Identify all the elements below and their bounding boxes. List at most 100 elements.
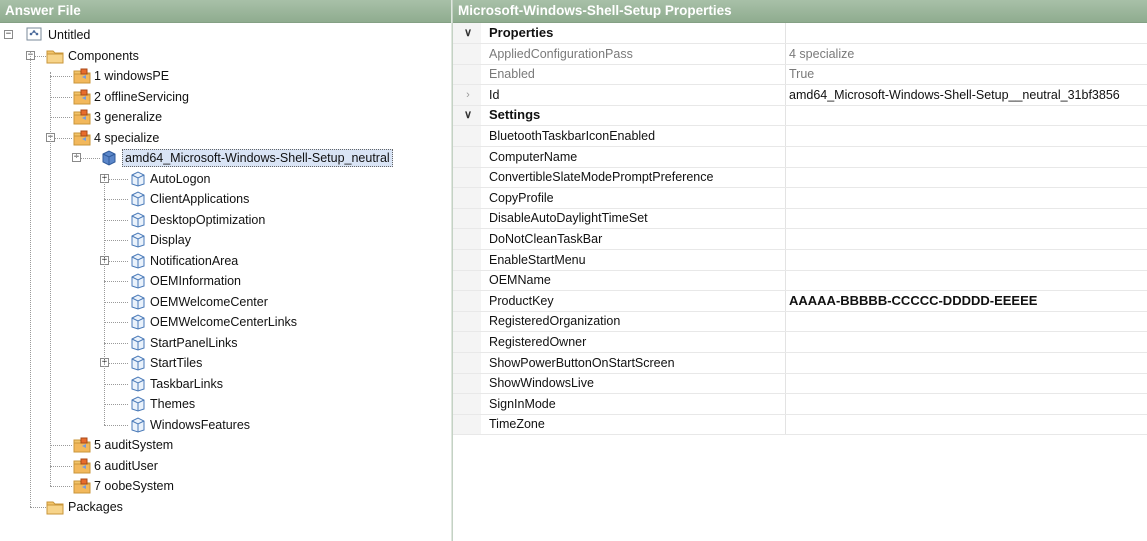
property-row-registeredowner[interactable]: RegisteredOwner (453, 332, 1147, 353)
property-row-signinmode[interactable]: SignInMode (453, 394, 1147, 415)
tree-node-setting-oemwelcomecenterlinks[interactable]: OEMWelcomeCenterLinks (0, 312, 451, 332)
property-row-timezone[interactable]: TimeZone (453, 414, 1147, 436)
property-row-copyprofile[interactable]: CopyProfile (453, 188, 1147, 209)
configuration-pass-icon (72, 478, 91, 494)
tree-node-components[interactable]: − Components (0, 46, 451, 66)
tree-node-label: Components (68, 48, 139, 63)
property-value[interactable]: amd64_Microsoft-Windows-Shell-Setup__neu… (789, 85, 1147, 105)
tree-node-root-untitled[interactable]: − Untitled (0, 25, 451, 45)
tree-node-label: NotificationArea (150, 253, 239, 268)
tree-node-setting-notificationarea[interactable]: + NotificationArea (0, 251, 451, 271)
tree-node-label: WindowsFeatures (150, 417, 251, 432)
tree-node-packages[interactable]: Packages (0, 497, 451, 517)
property-name: RegisteredOwner (489, 335, 587, 349)
tree-node-pass-3[interactable]: 3 generalize (0, 107, 451, 127)
property-name: DisableAutoDaylightTimeSet (489, 211, 648, 226)
tree-node-setting-starttiles[interactable]: + StartTiles (0, 353, 451, 373)
property-value[interactable]: AAAAA-BBBBB-CCCCC-DDDDD-EEEEE (789, 291, 1147, 311)
folder-icon (46, 48, 64, 64)
tree-node-setting-windowsfeatures[interactable]: WindowsFeatures (0, 415, 451, 435)
tree-node-pass-1[interactable]: 1 windowsPE (0, 66, 451, 86)
tree-node-setting-autologon[interactable]: + AutoLogon (0, 169, 451, 189)
configuration-pass-icon (72, 130, 91, 146)
tree-node-setting-oeminformation[interactable]: OEMInformation (0, 271, 451, 291)
setting-cube-icon (128, 232, 146, 248)
tree-node-label: AutoLogon (150, 171, 211, 186)
setting-cube-icon (128, 396, 146, 412)
setting-cube-icon (128, 273, 146, 289)
property-row-showwindowslive[interactable]: ShowWindowsLive (453, 373, 1147, 395)
category-properties[interactable]: ∨ Properties (453, 23, 1147, 44)
tree-node-setting-taskbarlinks[interactable]: TaskbarLinks (0, 374, 451, 394)
tree-node-pass-7[interactable]: 7 oobeSystem (0, 476, 451, 496)
setting-cube-icon (128, 191, 146, 207)
tree-connector (50, 117, 72, 118)
tree-node-pass-6[interactable]: 6 auditUser (0, 456, 451, 476)
collapse-icon[interactable]: − (4, 30, 13, 39)
tree-node-label: OEMInformation (150, 274, 242, 288)
property-row-enabled[interactable]: Enabled True (453, 64, 1147, 86)
tree-node-setting-startpanellinks[interactable]: StartPanelLinks (0, 333, 451, 353)
collapse-chevron-icon[interactable]: ∨ (461, 23, 475, 43)
tree-guide-line (104, 174, 105, 425)
collapse-chevron-icon[interactable]: ∨ (461, 105, 475, 125)
property-row-showpowerbuttononstartscreen[interactable]: ShowPowerButtonOnStartScreen (453, 353, 1147, 374)
tree-node-setting-display[interactable]: Display (0, 230, 451, 250)
answer-file-pane: Answer File − Untitled − Components 1 window… (0, 0, 452, 541)
category-settings[interactable]: ∨ Settings (453, 105, 1147, 127)
tree-node-pass-4[interactable]: −4 specialize (0, 128, 451, 148)
configuration-pass-icon (72, 437, 91, 453)
property-row-id[interactable]: › Id amd64_Microsoft-Windows-Shell-Setup__… (453, 85, 1147, 106)
tree-node-label: amd64_Microsoft-Windows-Shell-Setup_neut… (122, 149, 393, 167)
tree-node-pass-5[interactable]: 5 auditSystem (0, 435, 451, 455)
tree-node-label: TaskbarLinks (150, 376, 223, 391)
property-name: CopyProfile (489, 190, 554, 205)
property-row-productkey[interactable]: ProductKey AAAAA-BBBBB-CCCCC-DDDDD-EEEEE (453, 291, 1147, 312)
tree-node-setting-oemwelcomecenter[interactable]: OEMWelcomeCenter (0, 292, 451, 312)
configuration-pass-icon (72, 458, 91, 474)
folder-icon (46, 499, 64, 515)
tree-connector (50, 486, 72, 487)
properties-grid: ∨ Properties AppliedConfigurationPass 4 spe… (453, 23, 1147, 436)
tree-node-pass-2[interactable]: 2 offlineServicing (0, 87, 451, 107)
tree-node-label: Untitled (48, 28, 91, 42)
setting-cube-icon (128, 375, 146, 392)
configuration-pass-icon (72, 89, 91, 105)
tree-node-setting-clientapplications[interactable]: ClientApplications (0, 189, 451, 209)
property-row-convertibleslatemodepromptpreference[interactable]: ConvertibleSlateModePromptPreference (453, 167, 1147, 189)
tree-node-label: Display (150, 233, 191, 247)
property-row-registeredorganization[interactable]: RegisteredOrganization (453, 311, 1147, 333)
property-row-appliedconfigurationpass[interactable]: AppliedConfigurationPass 4 specialize (453, 44, 1147, 65)
tree-guide-line (30, 51, 31, 507)
tree-node-label: OEMWelcomeCenterLinks (150, 315, 298, 329)
property-value[interactable]: 4 specialize (789, 44, 1147, 64)
tree-guide-line (76, 154, 77, 158)
property-row-enablestartmenu[interactable]: EnableStartMenu (453, 250, 1147, 271)
property-name: ComputerName (489, 149, 578, 164)
property-row-disableautodaylighttimeset[interactable]: DisableAutoDaylightTimeSet (453, 208, 1147, 230)
tree-connector (104, 322, 128, 323)
tree-node-label: 6 auditUser (94, 458, 158, 473)
tree-node-setting-desktopoptimization[interactable]: DesktopOptimization (0, 210, 451, 230)
setting-cube-icon (128, 293, 146, 310)
tree-node-component-shell-setup[interactable]: − amd64_Microsoft-Windows-Shell-Setup_neu… (0, 148, 451, 168)
tree-node-setting-themes[interactable]: Themes (0, 394, 451, 414)
property-value[interactable]: True (789, 64, 1147, 84)
setting-cube-icon (128, 211, 146, 228)
property-row-oemname[interactable]: OEMName (453, 270, 1147, 292)
tree-connector (104, 199, 128, 200)
tree-node-label: StartPanelLinks (150, 335, 238, 350)
property-row-computername[interactable]: ComputerName (453, 147, 1147, 168)
property-name: ShowPowerButtonOnStartScreen (489, 355, 675, 370)
property-name: RegisteredOrganization (489, 314, 621, 329)
property-name: ProductKey (489, 293, 554, 308)
expand-chevron-icon[interactable]: › (461, 85, 475, 105)
tree-node-label: Themes (150, 397, 196, 411)
property-row-bluetoothtaskbariconenabled[interactable]: BluetoothTaskbarIconEnabled (453, 126, 1147, 147)
property-row-donotcleantaskbar[interactable]: DoNotCleanTaskBar (453, 229, 1147, 250)
answer-file-tree[interactable]: − Untitled − Components 1 windowsPE 2 offline… (0, 23, 451, 541)
tree-connector (104, 219, 128, 221)
tree-connector (50, 96, 72, 98)
answer-file-icon (26, 27, 44, 43)
category-label: Properties (489, 25, 554, 40)
